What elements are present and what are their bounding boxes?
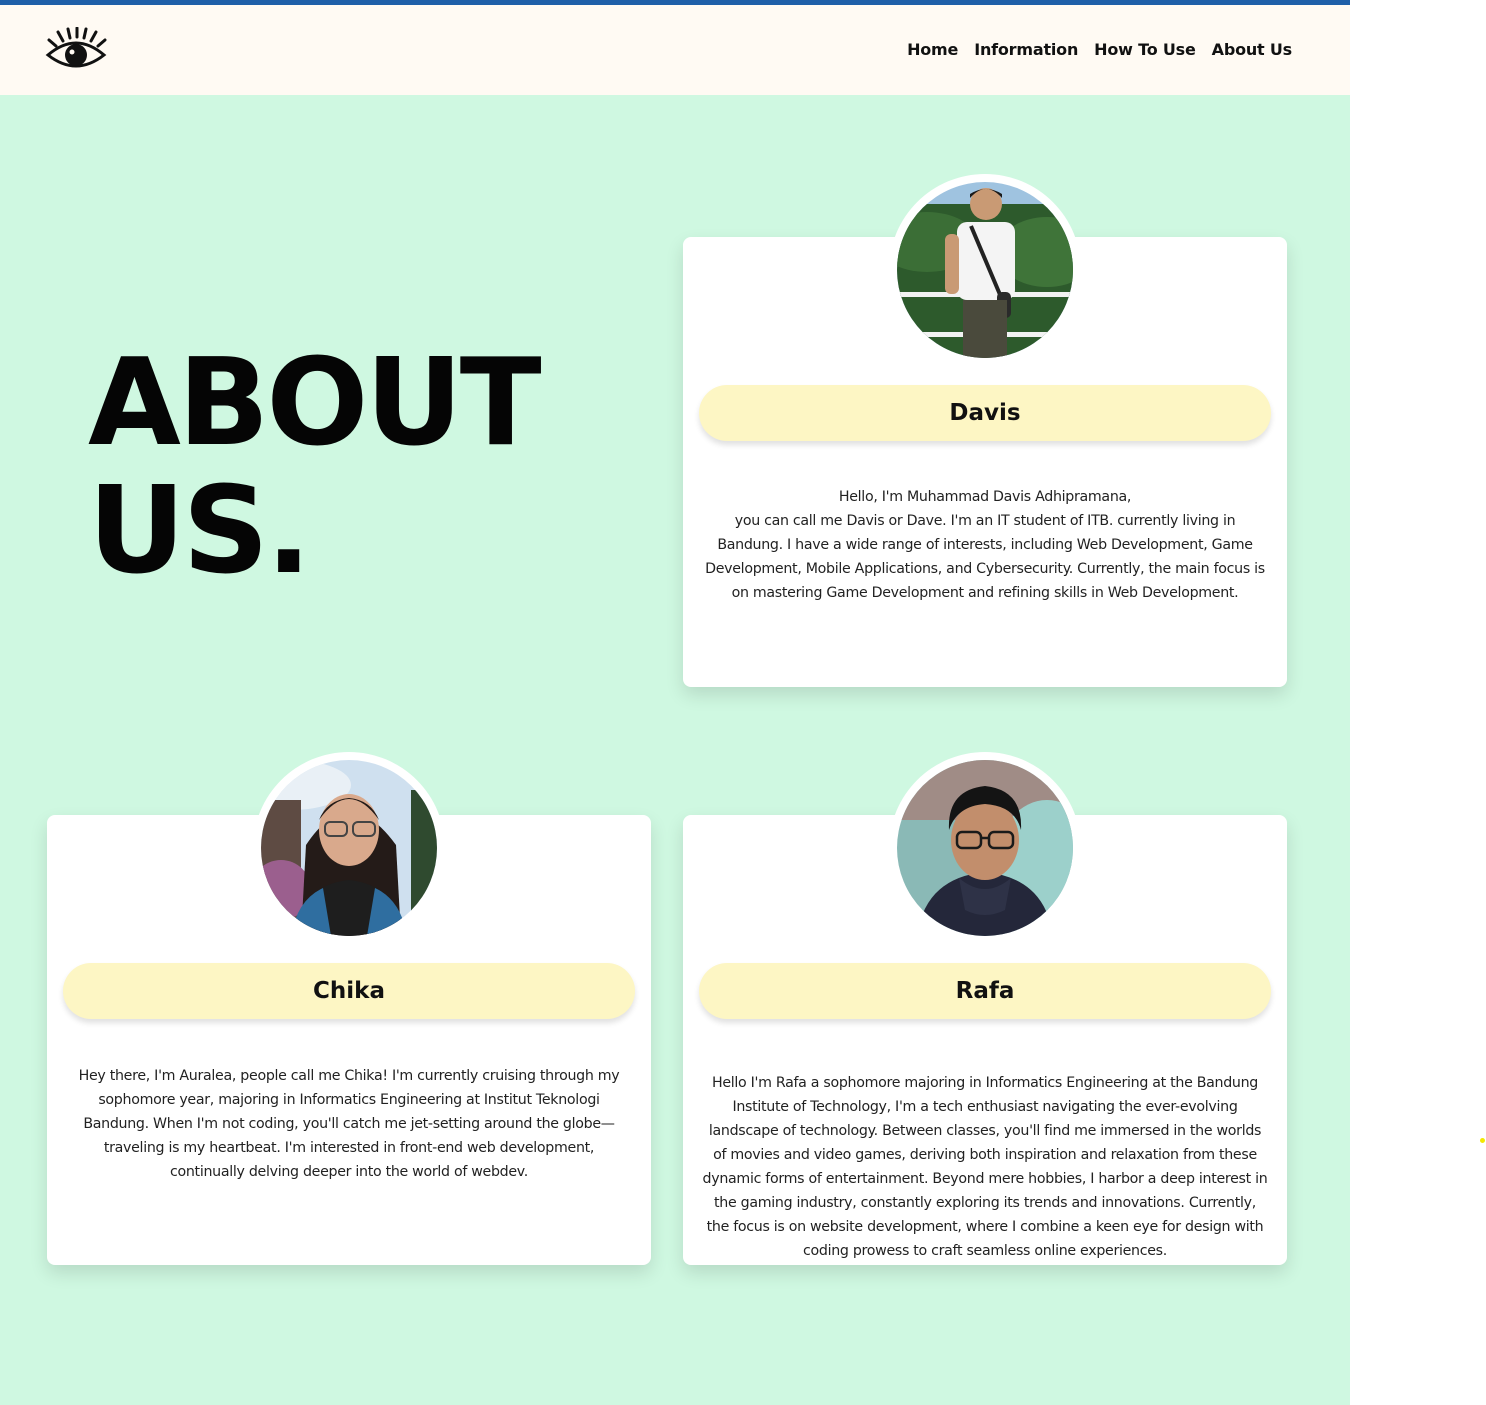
portrait-photo-davis xyxy=(897,182,1073,358)
member-name: Davis xyxy=(949,400,1021,426)
member-bio-line-1: Hello, I'm Muhammad Davis Adhipramana, xyxy=(838,489,1132,505)
member-name-pill: Davis xyxy=(699,385,1271,441)
member-name-pill: Rafa xyxy=(699,963,1271,1019)
nav-home[interactable]: Home xyxy=(907,40,958,59)
nav-how-to-use[interactable]: How To Use xyxy=(1094,40,1196,59)
nav-information[interactable]: Information xyxy=(974,40,1078,59)
main-nav: Home Information How To Use About Us xyxy=(907,40,1292,59)
portrait-photo-chika xyxy=(261,760,437,936)
member-name: Rafa xyxy=(955,978,1015,1004)
page-title-line-2: US. xyxy=(88,462,311,601)
member-bio-rest: you can call me Davis or Dave. I'm an IT… xyxy=(705,513,1265,601)
avatar xyxy=(889,174,1081,366)
avatar xyxy=(889,752,1081,944)
member-bio: Hello I'm Rafa a sophomore majoring in I… xyxy=(702,1075,1268,1259)
member-card-rafa: Rafa Hello I'm Rafa a sophomore majoring… xyxy=(683,752,1287,1265)
nav-about-us[interactable]: About Us xyxy=(1212,40,1293,59)
eye-icon[interactable] xyxy=(45,26,107,75)
portrait-photo-rafa xyxy=(897,760,1073,936)
avatar xyxy=(253,752,445,944)
page-title-line-1: ABOUT xyxy=(88,334,542,473)
navbar: Home Information How To Use About Us xyxy=(0,5,1350,95)
member-bio: Hello, I'm Muhammad Davis Adhipramana, y… xyxy=(701,485,1269,605)
decorative-dot xyxy=(1480,1138,1485,1143)
about-page: Home Information How To Use About Us ABO… xyxy=(0,0,1350,1405)
member-card-chika: Chika Hey there, I'm Auralea, people cal… xyxy=(47,752,651,1265)
member-card-davis: Davis Hello, I'm Muhammad Davis Adhipram… xyxy=(683,174,1287,687)
member-bio: Hey there, I'm Auralea, people call me C… xyxy=(78,1068,620,1180)
member-name-pill: Chika xyxy=(63,963,635,1019)
member-name: Chika xyxy=(313,978,385,1004)
page-title: ABOUT US. xyxy=(88,334,542,601)
